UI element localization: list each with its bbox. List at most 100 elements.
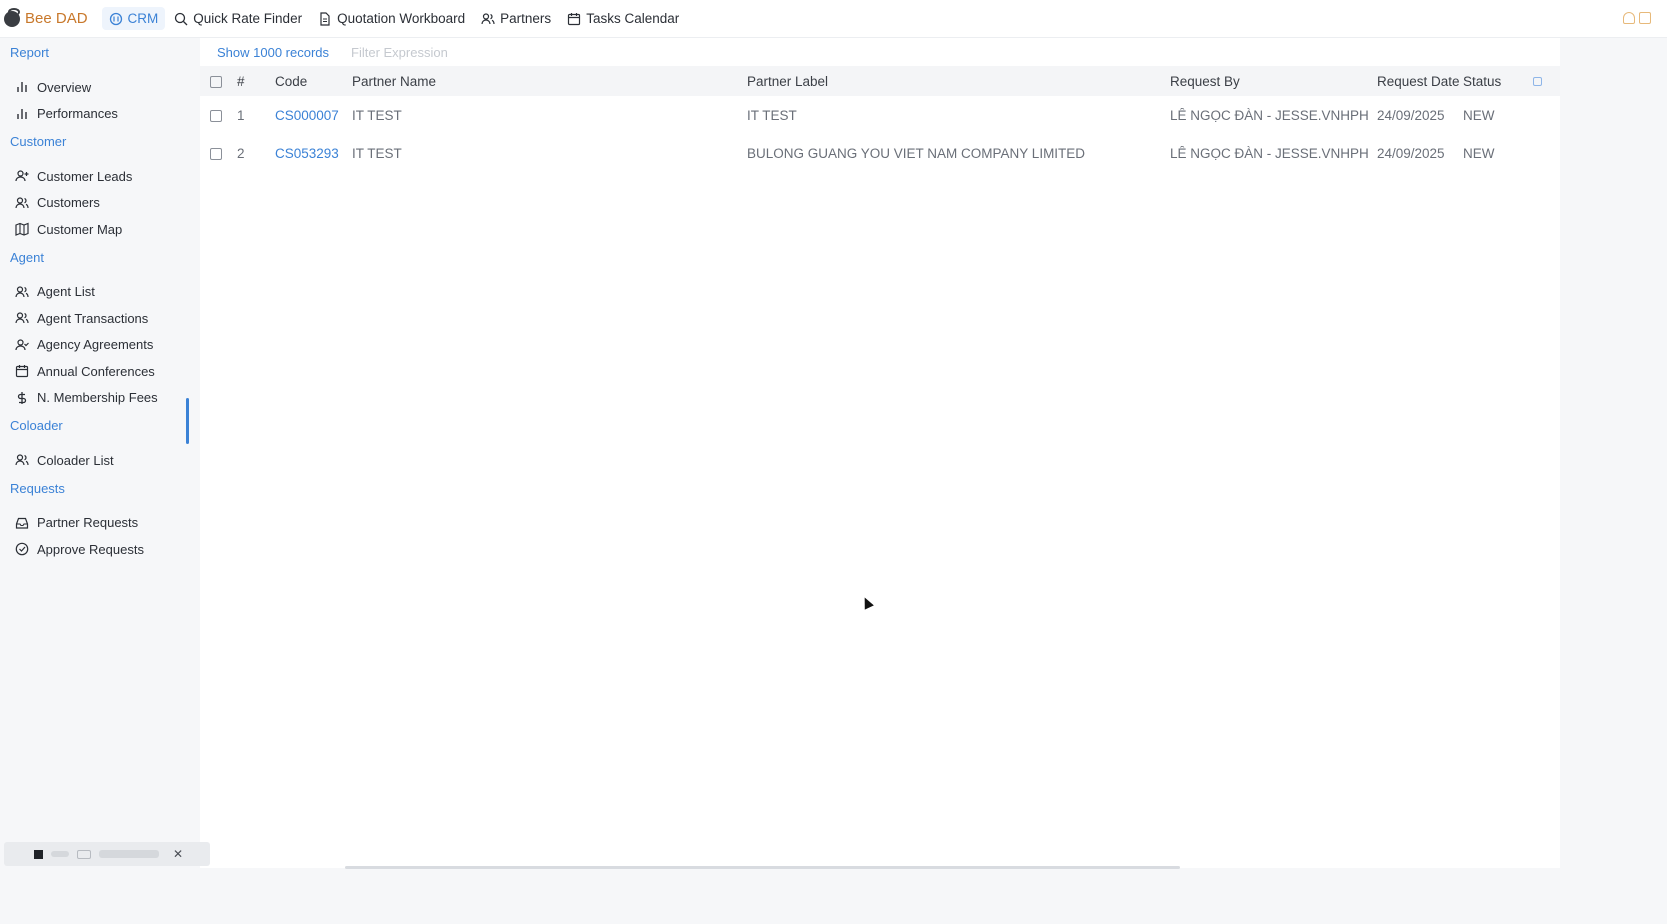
row-status: NEW — [1463, 145, 1495, 161]
map-icon — [15, 222, 29, 237]
top-navbar: Bee DAD CRM Quick Rate Finder Quotation … — [0, 0, 1667, 38]
row-partner-name: IT TEST — [352, 107, 402, 123]
nav-quotation-workboard[interactable]: Quotation Workboard — [311, 7, 472, 30]
recorder-status — [99, 850, 159, 858]
sidebar-section-requests: Requests — [10, 480, 65, 496]
sidebar-item-coloader-list[interactable]: Coloader List — [0, 447, 186, 474]
users-icon — [15, 197, 29, 208]
sidebar-section-agent: Agent — [10, 249, 44, 265]
horizontal-scrollbar[interactable] — [345, 866, 1180, 869]
select-all-cell — [200, 74, 237, 89]
sidebar-item-customer-map[interactable]: Customer Map — [0, 216, 186, 243]
select-all-checkbox[interactable] — [210, 75, 222, 88]
sidebar-item-agent-transactions[interactable]: Agent Transactions — [0, 305, 186, 332]
row-request-by: LÊ NGỌC ĐÀN - JESSE.VNHPH — [1170, 145, 1369, 161]
calendar-icon — [15, 365, 29, 378]
bar-chart-icon — [17, 108, 27, 119]
stop-recording-icon[interactable] — [34, 849, 43, 859]
main-content: Show 1000 records Filter Expression # Co… — [200, 38, 1560, 868]
row-code-link[interactable]: CS000007 — [275, 108, 352, 123]
row-partner-name: IT TEST — [352, 145, 402, 161]
row-num: 2 — [237, 145, 245, 161]
close-icon[interactable]: ✕ — [173, 847, 183, 861]
table-row[interactable]: 1 CS000007 IT TEST IT TEST LÊ NGỌC ĐÀN -… — [200, 96, 1560, 134]
crm-icon — [109, 12, 122, 25]
header-request-by[interactable]: Request By — [1170, 74, 1377, 89]
sidebar-item-label: Coloader List — [37, 452, 114, 468]
header-num: # — [237, 73, 245, 89]
users-icon — [481, 12, 495, 24]
row-checkbox[interactable] — [210, 109, 222, 122]
sidebar-item-label: Agent List — [37, 284, 95, 300]
nav-tasks-calendar[interactable]: Tasks Calendar — [560, 7, 686, 30]
dollar-icon — [17, 391, 27, 404]
sidebar-item-agency-agreements[interactable]: Agency Agreements — [0, 332, 186, 359]
table-toolbar: Show 1000 records Filter Expression — [200, 38, 1560, 66]
nav-partners[interactable]: Partners — [474, 7, 558, 30]
sidebar-item-label: Performances — [37, 106, 118, 122]
sidebar-item-label: Overview — [37, 79, 92, 95]
users-icon — [15, 286, 29, 297]
bar-chart-icon — [17, 82, 27, 93]
sidebar-item-label: Approve Requests — [37, 541, 144, 557]
row-request-date: 24/09/2025 — [1377, 145, 1445, 161]
column-settings-icon[interactable] — [1533, 76, 1542, 86]
header-status[interactable]: Status — [1463, 74, 1533, 89]
header-partner-label[interactable]: Partner Label — [747, 74, 1170, 89]
table-row[interactable]: 2 CS053293 IT TEST BULONG GUANG YOU VIET… — [200, 134, 1560, 172]
sidebar-item-label: Partner Requests — [37, 515, 139, 531]
brand[interactable]: Bee DAD — [4, 7, 88, 27]
user-plus-icon — [15, 170, 29, 182]
sidebar-item-customers[interactable]: Customers — [0, 190, 186, 217]
calendar-icon — [568, 12, 581, 25]
sidebar-section-customer: Customer — [10, 134, 67, 149]
sidebar-item-annual-conferences[interactable]: Annual Conferences — [0, 358, 186, 385]
sidebar-scrollbar[interactable] — [186, 398, 189, 444]
row-status: NEW — [1463, 107, 1495, 123]
header-code[interactable]: Code — [275, 74, 352, 89]
nav-quick-rate-finder[interactable]: Quick Rate Finder — [167, 7, 309, 30]
row-code-link[interactable]: CS053293 — [275, 146, 352, 161]
sidebar-item-label: Customer Map — [37, 221, 123, 237]
bee-logo-icon — [4, 7, 20, 27]
row-request-by: LÊ NGỌC ĐÀN - JESSE.VNHPH — [1170, 107, 1369, 123]
sidebar-item-label: Customers — [37, 195, 100, 211]
search-icon — [175, 12, 188, 25]
sidebar-item-approve-requests[interactable]: Approve Requests — [0, 536, 186, 563]
nav-tasks-calendar-label: Tasks Calendar — [586, 11, 680, 26]
table-header: # Code Partner Name Partner Label Reques… — [200, 66, 1560, 96]
inbox-icon — [15, 517, 29, 529]
column-settings-cell — [1533, 74, 1553, 89]
row-partner-label: BULONG GUANG YOU VIET NAM COMPANY LIMITE… — [747, 145, 1086, 161]
nav-crm-label: CRM — [127, 11, 159, 26]
user-icon[interactable] — [1623, 12, 1635, 24]
users-icon — [15, 454, 29, 466]
chat-icon[interactable] — [1639, 12, 1651, 24]
sidebar-item-overview[interactable]: Overview — [0, 74, 186, 101]
sidebar-item-membership-fees[interactable]: N. Membership Fees — [0, 385, 186, 412]
sidebar-item-label: N. Membership Fees — [37, 390, 158, 406]
nav-crm[interactable]: CRM — [101, 7, 166, 30]
show-records-button[interactable]: Show 1000 records — [217, 45, 329, 60]
sidebar-item-label: Customer Leads — [37, 168, 133, 184]
nav-quotation-workboard-label: Quotation Workboard — [337, 11, 466, 26]
row-request-date: 24/09/2025 — [1377, 107, 1445, 123]
filter-expression-input[interactable]: Filter Expression — [351, 45, 448, 60]
row-checkbox[interactable] — [210, 147, 222, 160]
sidebar-item-performances[interactable]: Performances — [0, 101, 186, 128]
row-num: 1 — [237, 107, 245, 123]
sidebar-item-label: Agency Agreements — [37, 337, 154, 353]
sidebar-item-agent-list[interactable]: Agent List — [0, 279, 186, 306]
sidebar-item-partner-requests[interactable]: Partner Requests — [0, 510, 186, 537]
pause-control[interactable] — [51, 851, 69, 857]
header-partner-name[interactable]: Partner Name — [352, 74, 747, 89]
brand-name: Bee DAD — [25, 10, 88, 27]
sidebar-section-coloader: Coloader — [10, 418, 63, 433]
document-icon — [320, 11, 330, 26]
users-icon — [15, 312, 29, 324]
camera-icon[interactable] — [77, 849, 91, 859]
nav-partners-label: Partners — [500, 11, 552, 26]
sidebar-item-customer-leads[interactable]: Customer Leads — [0, 163, 186, 190]
check-circle-icon — [15, 542, 29, 556]
header-request-date[interactable]: Request Date — [1377, 74, 1463, 89]
